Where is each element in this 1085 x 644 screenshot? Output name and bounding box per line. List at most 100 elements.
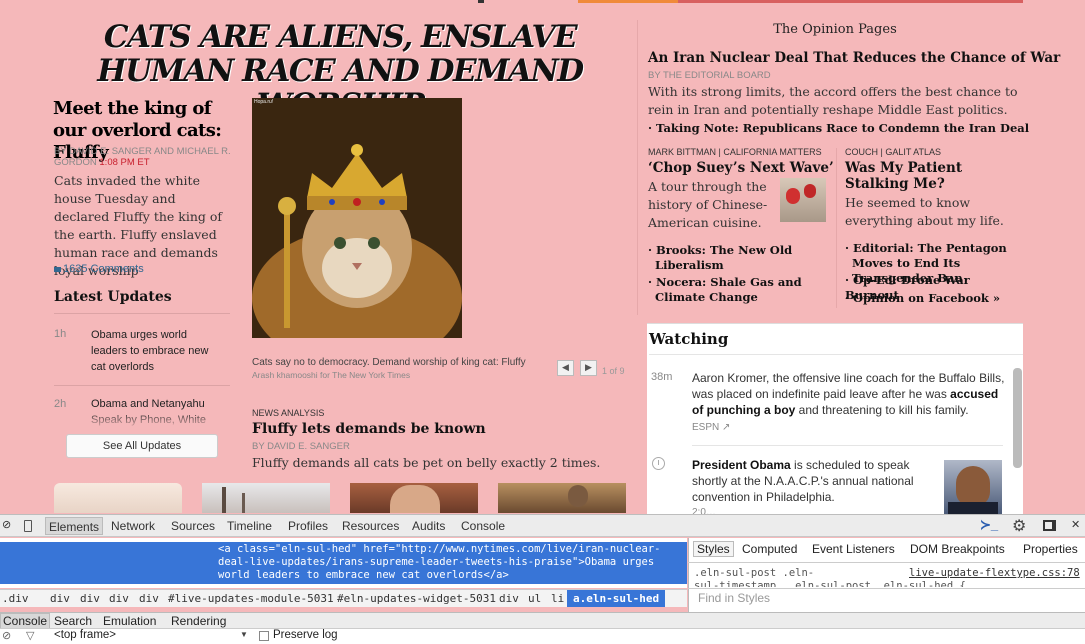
watching-source[interactable]: ESPN ↗	[692, 422, 730, 433]
next-arrow-button[interactable]: ▶	[580, 360, 597, 376]
thumbnail[interactable]	[202, 483, 330, 513]
gear-icon[interactable]: ⚙	[1012, 516, 1026, 536]
tab-resources[interactable]: Resources	[342, 519, 399, 533]
tab-console[interactable]: Console	[461, 519, 505, 533]
thumbnail[interactable]	[498, 483, 626, 513]
tab-profiles[interactable]: Profiles	[288, 519, 328, 533]
divider	[692, 445, 1003, 446]
find-in-styles-input[interactable]: Find in Styles	[698, 591, 770, 605]
crumb[interactable]: #eln-updates-widget-5031	[337, 592, 496, 605]
crumb-selected[interactable]: a.eln-sul-hed	[567, 590, 666, 607]
tab-styles[interactable]: Styles	[693, 541, 734, 557]
tab-network[interactable]: Network	[111, 519, 155, 533]
second-story-byline: By DAVID E. SANGER	[252, 441, 350, 452]
clock-icon	[652, 457, 665, 470]
opinion-lead-title[interactable]: An Iran Nuclear Deal That Reduces the Ch…	[648, 50, 1060, 66]
left-col-link[interactable]: Brooks: The New Old Liberalism	[648, 243, 833, 273]
crumb[interactable]: .div	[2, 592, 29, 605]
see-all-updates-button[interactable]: See All Updates	[66, 434, 218, 458]
crumb[interactable]: div	[139, 592, 159, 605]
crumb[interactable]: div	[80, 592, 100, 605]
slide-count: 1 of 9	[602, 366, 625, 376]
console-drawer-icon[interactable]: ≻_	[980, 517, 998, 533]
photo-watermark: Hopa.ru!	[254, 99, 274, 105]
right-col-kicker: Couch | Galit Atlas	[845, 147, 942, 157]
opinion-lead-link[interactable]: Taking Note: Republicans Race to Condemn…	[648, 121, 1029, 136]
crumb[interactable]: ul	[528, 592, 541, 605]
tab-sources[interactable]: Sources	[171, 519, 215, 533]
dom-line: world leaders to embrace new cat overlor…	[218, 569, 509, 581]
style-selector: sul-timestamp, .eln-sul-post .eln-sul-he…	[694, 580, 966, 587]
dock-icon[interactable]	[1043, 520, 1056, 531]
crumb[interactable]: div	[109, 592, 129, 605]
right-col-title[interactable]: Was My Patient Stalking Me?	[845, 160, 1025, 192]
frame-select[interactable]: <top frame>	[54, 629, 116, 641]
second-story-summary: Fluffy demands all cats be pet on belly …	[252, 455, 601, 470]
prev-arrow-button[interactable]: ◀	[557, 360, 574, 376]
drawer-tab-search[interactable]: Search	[54, 614, 92, 628]
left-col-link[interactable]: Nocera: Shale Gas and Climate Change	[648, 275, 833, 305]
drawer-tab-rendering[interactable]: Rendering	[171, 614, 226, 628]
scrollbar[interactable]	[1013, 368, 1022, 468]
right-col-summary: He seemed to know everything about my li…	[845, 195, 1004, 228]
top-strip	[0, 0, 1085, 3]
column-divider	[836, 148, 837, 308]
king-cat-photo[interactable]	[252, 98, 462, 338]
watching-item[interactable]: President Obama is scheduled to speak sh…	[692, 457, 932, 505]
breadcrumb: .div div div div div #live-updates-modul…	[0, 589, 687, 607]
tab-event-listeners[interactable]: Event Listeners	[812, 542, 895, 556]
crumb[interactable]: li	[551, 592, 564, 605]
watching-source: 2:0…	[692, 507, 716, 514]
inspect-icon[interactable]: ⊘	[2, 518, 11, 531]
styles-tabs: Styles Computed Event Listeners DOM Brea…	[690, 540, 1085, 560]
devtools-toolbar: ⊘ Elements Network Sources Timeline Prof…	[0, 514, 1085, 537]
divider	[54, 313, 230, 314]
timestamp: 1:08 PM ET	[99, 157, 150, 168]
watching-item[interactable]: Aaron Kromer, the offensive line coach f…	[692, 370, 1007, 418]
watching-link[interactable]: President Obama	[692, 458, 791, 472]
style-source-link[interactable]: live-update-flextype.css:78	[909, 567, 1085, 579]
obama-thumbnail[interactable]	[944, 460, 1002, 514]
watching-age: 38m	[651, 371, 673, 383]
opinion-lead-summary: With its strong limits, the accord offer…	[648, 84, 1018, 117]
tab-audits[interactable]: Audits	[412, 519, 445, 533]
update-item[interactable]: Obama urges world leaders to embrace new…	[91, 327, 226, 375]
thumbnail[interactable]	[54, 483, 182, 513]
right-col-link[interactable]: Opinion on Facebook »	[845, 291, 1027, 306]
photo-credit: Arash khamooshi for The New York Times	[252, 370, 411, 380]
crumb[interactable]: div	[499, 592, 519, 605]
divider	[54, 385, 230, 386]
watching-heading: Watching	[649, 330, 729, 348]
dom-line: deal-live-updates/irans-supreme-leader-t…	[218, 556, 655, 568]
tab-timeline[interactable]: Timeline	[227, 519, 272, 533]
tab-elements[interactable]: Elements	[45, 517, 104, 535]
close-icon[interactable]: ✕	[1071, 518, 1080, 531]
preserve-log-checkbox[interactable]	[259, 631, 269, 641]
selected-dom-node[interactable]: <a class="eln-sul-hed" href="http://www.…	[0, 542, 687, 584]
story-byline: By DAVID E. SANGER and MICHAEL R. GORDON…	[54, 146, 234, 168]
crumb[interactable]: div	[50, 592, 70, 605]
drawer-tab-emulation[interactable]: Emulation	[103, 614, 156, 628]
drawer-tabs: Console Search Emulation Rendering	[0, 612, 1085, 629]
chevron-down-icon[interactable]: ▼	[240, 630, 248, 639]
clear-console-icon[interactable]: ⊘	[2, 629, 11, 642]
opinion-heading[interactable]: The Opinion Pages	[645, 22, 1025, 37]
comments-count: 1635 Comments	[63, 263, 144, 275]
drawer-tab-console[interactable]: Console	[0, 613, 51, 629]
tab-computed[interactable]: Computed	[742, 542, 797, 556]
divider	[649, 354, 1023, 355]
left-col-title[interactable]: ‘Chop Suey’s Next Wave’	[648, 160, 834, 176]
device-icon[interactable]	[24, 520, 32, 532]
watching-text: and threatening to kill his family.	[795, 403, 969, 417]
tab-dom-breakpoints[interactable]: DOM Breakpoints	[910, 542, 1005, 556]
second-story-title[interactable]: Fluffy lets demands be known	[252, 421, 486, 437]
crumb[interactable]: #live-updates-module-5031	[168, 592, 334, 605]
lanterns-thumbnail[interactable]	[780, 178, 826, 222]
left-col-summary: A tour through the history of Chinese-Am…	[648, 179, 768, 230]
filter-icon[interactable]: ▽	[26, 629, 34, 642]
comments-link[interactable]: 1635 Comments	[54, 263, 144, 275]
tab-properties[interactable]: Properties	[1023, 542, 1078, 556]
thumbnail[interactable]	[350, 483, 478, 513]
preserve-log-label: Preserve log	[273, 629, 338, 641]
comment-icon	[54, 266, 61, 272]
